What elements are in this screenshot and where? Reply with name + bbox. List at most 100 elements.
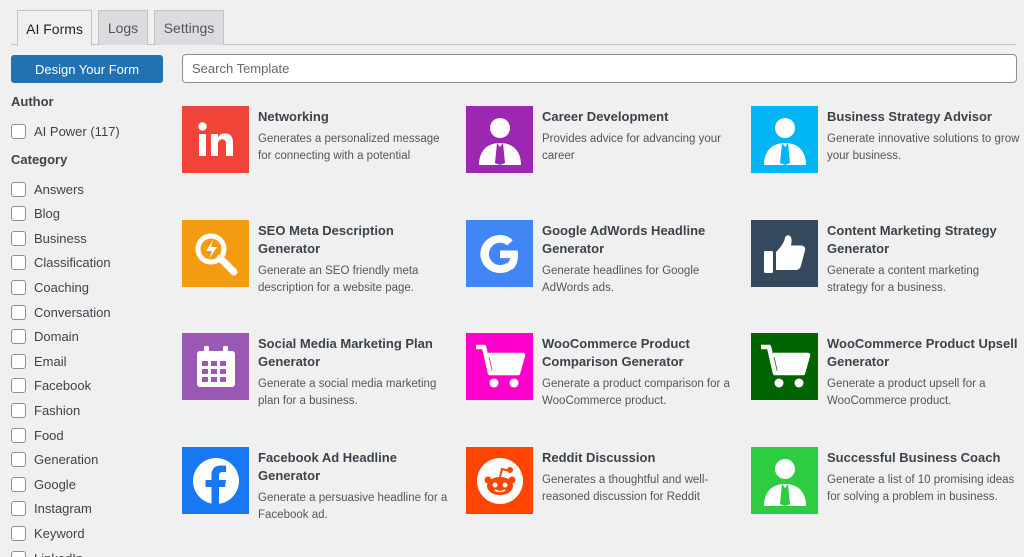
template-description: Generates a thoughtful and well-reasoned… <box>542 474 709 503</box>
checkbox-label: Blog <box>34 206 61 222</box>
search-template-input[interactable] <box>182 54 1017 83</box>
checkbox-label: Business <box>34 230 87 246</box>
template-description: Generate headlines for Google AdWords ad… <box>542 265 700 294</box>
checkbox[interactable] <box>11 206 26 222</box>
template-description: Generate a social media marketing plan f… <box>258 378 437 407</box>
checkbox-label: Keyword <box>34 525 85 541</box>
category-filter-food[interactable]: Food <box>11 425 64 445</box>
template-card-content-marketing-strategy-generator[interactable]: Content Marketing Strategy Generator Gene… <box>751 220 1021 310</box>
checkbox-label: Domain <box>34 329 79 345</box>
template-description: Generate a product comparison for a WooC… <box>542 378 730 407</box>
person-icon <box>751 106 818 173</box>
checkbox[interactable] <box>11 329 26 345</box>
category-filter-facebook[interactable]: Facebook <box>11 376 91 396</box>
category-filter-conversation[interactable]: Conversation <box>11 302 111 322</box>
checkbox[interactable] <box>11 402 26 418</box>
linkedin-icon <box>182 106 249 173</box>
checkbox-label: Answers <box>34 181 84 197</box>
template-title: WooCommerce Product Comparison Generator <box>542 336 690 369</box>
template-title: Networking <box>258 109 329 124</box>
category-filter-linkedin[interactable]: LinkedIn <box>11 548 83 557</box>
template-description: Generate a persuasive headline for a Fac… <box>258 492 448 521</box>
checkbox-label: Coaching <box>34 279 89 295</box>
checkbox[interactable] <box>11 501 26 517</box>
category-filter-keyword[interactable]: Keyword <box>11 523 85 543</box>
reddit-icon <box>466 447 533 514</box>
template-card-social-media-marketing-plan-generator[interactable]: Social Media Marketing Plan Generator Gen… <box>182 333 452 423</box>
template-card-facebook-ad-headline-generator[interactable]: Facebook Ad Headline Generator Generate a… <box>182 447 452 537</box>
tab-bar: AI Forms Logs Settings <box>11 10 1016 46</box>
checkbox-label: Google <box>34 476 76 492</box>
template-title: Content Marketing Strategy Generator <box>827 223 997 256</box>
calendar-icon <box>182 333 249 400</box>
checkbox[interactable] <box>11 452 26 468</box>
template-title: SEO Meta Description Generator <box>258 223 394 256</box>
checkbox[interactable] <box>11 255 26 271</box>
checkbox-label: Generation <box>34 452 99 468</box>
template-description: Generate a content marketing strategy fo… <box>827 265 980 294</box>
template-description: Generate an SEO friendly meta descriptio… <box>258 265 419 294</box>
template-description: Generate a list of 10 promising ideas fo… <box>827 474 1015 503</box>
tab-settings[interactable]: Settings <box>154 10 224 45</box>
checkbox-label: AI Power (117) <box>34 123 120 139</box>
category-filter-instagram[interactable]: Instagram <box>11 499 92 519</box>
template-title: Facebook Ad Headline Generator <box>258 450 397 483</box>
template-card-successful-business-coach[interactable]: Successful Business Coach Generate a list… <box>751 447 1021 537</box>
google-icon <box>466 220 533 287</box>
category-filter-domain[interactable]: Domain <box>11 327 79 347</box>
checkbox-label: LinkedIn <box>34 551 83 557</box>
checkbox[interactable] <box>11 525 26 541</box>
facebook-icon <box>182 447 249 514</box>
person-icon <box>751 447 818 514</box>
category-filter-google[interactable]: Google <box>11 474 76 494</box>
template-description: Generates a personalized message for con… <box>258 133 440 162</box>
checkbox[interactable] <box>11 427 26 443</box>
template-card-seo-meta-description-generator[interactable]: SEO Meta Description Generator Generate a… <box>182 220 452 310</box>
checkbox[interactable] <box>11 550 26 557</box>
category-filter-coaching[interactable]: Coaching <box>11 277 89 297</box>
checkbox[interactable] <box>11 353 26 369</box>
category-filter-email[interactable]: Email <box>11 351 67 371</box>
category-heading: Category <box>11 152 68 167</box>
category-filter-business[interactable]: Business <box>11 228 87 248</box>
person-icon <box>466 106 533 173</box>
thumbs-up-icon <box>751 220 818 287</box>
checkbox-label: Fashion <box>34 402 81 418</box>
category-filter-answers[interactable]: Answers <box>11 179 84 199</box>
checkbox-label: Facebook <box>34 378 92 394</box>
template-card-woocommerce-product-comparison-generator[interactable]: WooCommerce Product Comparison Generator… <box>466 333 736 423</box>
template-card-business-strategy-advisor[interactable]: Business Strategy Advisor Generate innova… <box>751 106 1021 196</box>
template-title: Google AdWords Headline Generator <box>542 223 706 256</box>
checkbox[interactable] <box>11 476 26 492</box>
checkbox[interactable] <box>11 230 26 246</box>
checkbox[interactable] <box>11 123 26 139</box>
checkbox-label: Classification <box>34 255 111 271</box>
seo-search-icon <box>182 220 249 287</box>
template-description: Generate innovative solutions to grow yo… <box>827 133 1020 162</box>
author-filter-ai-power[interactable]: AI Power (117) <box>11 121 120 141</box>
template-title: Social Media Marketing Plan Generator <box>258 336 433 369</box>
template-title: Business Strategy Advisor <box>827 109 992 124</box>
template-card-woocommerce-product-upsell-generator[interactable]: WooCommerce Product Upsell Generator Gene… <box>751 333 1021 423</box>
tab-logs[interactable]: Logs <box>98 10 148 45</box>
template-title: Reddit Discussion <box>542 450 656 465</box>
tab-ai-forms[interactable]: AI Forms <box>17 10 92 46</box>
design-your-form-button[interactable]: Design Your Form <box>11 55 163 83</box>
template-description: Provides advice for advancing your caree… <box>542 133 721 162</box>
template-card-career-development[interactable]: Career Development Provides advice for ad… <box>466 106 736 196</box>
category-filter-classification[interactable]: Classification <box>11 253 111 273</box>
category-filter-generation[interactable]: Generation <box>11 450 98 470</box>
checkbox[interactable] <box>11 378 26 394</box>
category-filter-blog[interactable]: Blog <box>11 204 60 224</box>
checkbox[interactable] <box>11 181 26 197</box>
template-card-google-adwords-headline-generator[interactable]: Google AdWords Headline Generator Generat… <box>466 220 736 310</box>
category-filter-fashion[interactable]: Fashion <box>11 400 80 420</box>
template-card-reddit-discussion[interactable]: Reddit Discussion Generates a thoughtful … <box>466 447 736 537</box>
author-heading: Author <box>11 94 54 109</box>
template-title: WooCommerce Product Upsell Generator <box>827 336 1018 369</box>
checkbox[interactable] <box>11 304 26 320</box>
template-card-networking[interactable]: Networking Generates a personalized messa… <box>182 106 452 196</box>
checkbox[interactable] <box>11 279 26 295</box>
checkbox-label: Conversation <box>34 304 111 320</box>
checkbox-label: Instagram <box>34 501 92 517</box>
